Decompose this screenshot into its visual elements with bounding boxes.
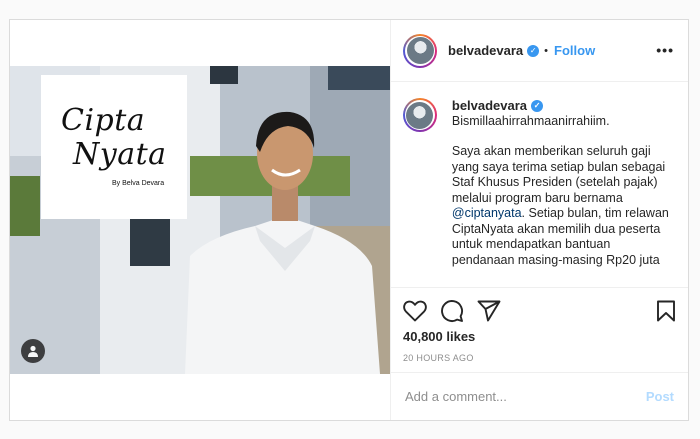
ciptanyata-logo-card: Cipta Nyata By Belva Devara: [41, 75, 187, 219]
heart-icon[interactable]: [403, 300, 427, 322]
caption-verified-icon: ✓: [531, 99, 544, 112]
post-comment-button[interactable]: Post: [646, 389, 674, 404]
more-options-icon[interactable]: •••: [656, 42, 674, 58]
follow-button[interactable]: Follow: [554, 43, 595, 58]
caption-paragraph-1: Bismillaahirrahmaanirrahiim.: [451, 113, 610, 128]
post-photo[interactable]: Cipta Nyata By Belva Devara: [10, 66, 390, 374]
caption-avatar[interactable]: [406, 101, 434, 129]
post-media[interactable]: Cipta Nyata By Belva Devara: [10, 20, 390, 420]
likes-count[interactable]: 40,800 likes: [403, 329, 676, 344]
verified-badge-icon: ✓: [527, 44, 540, 57]
caption-story-ring[interactable]: [403, 98, 437, 132]
comments-area[interactable]: belvadevara ✓ Bismillaahirrahmaanirrahii…: [391, 82, 688, 287]
user-tag-button[interactable]: [21, 339, 45, 363]
logo-byline: By Belva Devara: [112, 180, 165, 187]
post-header: belvadevara ✓ • Follow •••: [391, 20, 688, 82]
caption: belvadevara ✓ Bismillaahirrahmaanirrahii…: [452, 98, 676, 283]
caption-row: belvadevara ✓ Bismillaahirrahmaanirrahii…: [403, 98, 676, 283]
add-comment-bar: Post: [391, 372, 688, 420]
add-comment-input[interactable]: [405, 389, 646, 404]
comment-icon[interactable]: [440, 299, 464, 323]
header-username[interactable]: belvadevara: [448, 43, 523, 58]
header-separator: •: [544, 44, 549, 57]
logo-line-1: Cipta: [61, 103, 146, 138]
post-actions: 40,800 likes 20 HOURS AGO: [391, 287, 688, 372]
caption-text-2a: Saya akan memberikan seluruh gaji yang s…: [451, 144, 666, 205]
caption-paragraph-2: Saya akan memberikan seluruh gaji yang s…: [452, 144, 676, 268]
story-ring[interactable]: [403, 33, 437, 68]
post-card: Cipta Nyata By Belva Devara belvadevara …: [9, 19, 689, 421]
avatar[interactable]: [406, 37, 434, 64]
user-tag-icon: [28, 345, 38, 357]
mention-link[interactable]: @ciptanyata: [452, 206, 522, 220]
caption-username[interactable]: belvadevara: [452, 98, 527, 114]
post-timestamp[interactable]: 20 HOURS AGO: [403, 353, 676, 363]
share-icon[interactable]: [477, 300, 501, 322]
logo-line-2: Nyata: [73, 137, 167, 172]
bookmark-icon[interactable]: [656, 300, 676, 322]
post-sidebar: belvadevara ✓ • Follow ••• belvadevara ✓…: [390, 20, 688, 420]
